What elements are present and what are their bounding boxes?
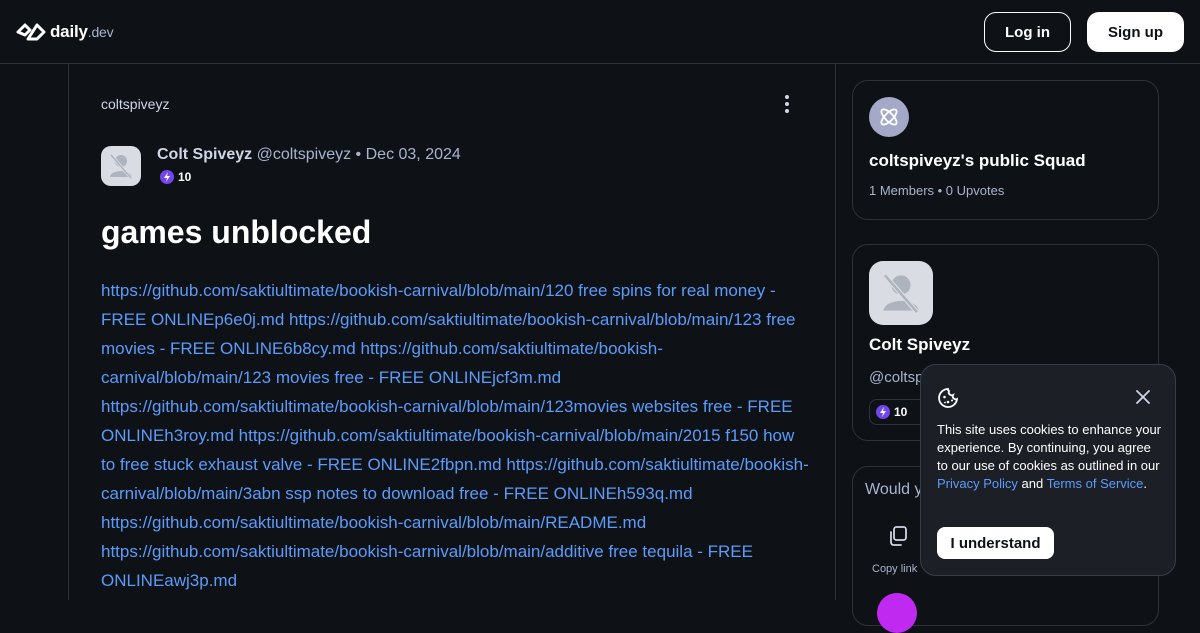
user-avatar[interactable] (869, 261, 933, 325)
post-body: https://github.com/saktiultimate/bookish… (101, 276, 811, 595)
post-container: coltspiveyz Colt Spiveyz @coltspiveyz • … (68, 64, 836, 600)
cookie-text: This site uses cookies to enhance your e… (937, 422, 1162, 491)
author-avatar[interactable] (101, 146, 141, 186)
accept-cookies-button[interactable]: I understand (937, 527, 1054, 559)
close-icon[interactable] (1135, 389, 1151, 405)
squad-card[interactable]: coltspiveyz's public Squad 1 Members • 0… (852, 80, 1159, 220)
post-link[interactable]: https://github.com/saktiultimate/bookish… (101, 513, 646, 532)
separator-dot: • (355, 146, 362, 163)
post-title: games unblocked (101, 214, 372, 250)
author-handle[interactable]: @coltspiveyz (257, 146, 352, 163)
squad-icon (869, 97, 909, 137)
user-name[interactable]: Colt Spiveyz (869, 335, 970, 355)
reputation-value: 10 (894, 405, 908, 419)
login-button[interactable]: Log in (984, 12, 1071, 52)
author-name[interactable]: Colt Spiveyz (157, 146, 252, 163)
more-options-button[interactable] (777, 92, 797, 116)
cookie-banner: This site uses cookies to enhance your e… (920, 364, 1176, 576)
reputation-icon (876, 405, 890, 419)
user-handle: @coltspiveyz (869, 369, 921, 386)
squad-stats: 1 Members • 0 Upvotes (869, 183, 1005, 198)
terms-of-service-link[interactable]: Terms of Service (1047, 476, 1144, 491)
no-avatar-icon (109, 154, 133, 179)
daily-dev-logo[interactable]: daily.dev (16, 20, 114, 44)
squad-name[interactable]: coltspiveyz's public Squad (869, 151, 1086, 171)
dot-icon (785, 95, 789, 99)
squad-handle[interactable]: coltspiveyz (101, 96, 169, 112)
share-title: Would you recommend this post? (865, 481, 921, 498)
daily-logo-icon (16, 23, 46, 41)
dot-icon (785, 102, 789, 106)
privacy-policy-link[interactable]: Privacy Policy (937, 476, 1018, 491)
cookie-icon (938, 388, 959, 408)
copy-link-button[interactable] (887, 525, 909, 547)
copy-icon (890, 526, 907, 546)
reputation-icon (160, 170, 174, 184)
author-line: Colt Spiveyz @coltspiveyz • Dec 03, 2024 (157, 146, 461, 164)
top-header: daily.dev Log in Sign up (0, 0, 1200, 64)
logo-text: daily.dev (50, 22, 114, 41)
dot-icon (785, 109, 789, 113)
author-reputation: 10 (160, 170, 191, 184)
post-link[interactable]: https://github.com/saktiultimate/bookish… (101, 542, 753, 590)
copy-link-label: Copy link (872, 563, 918, 575)
share-option-icon[interactable] (877, 593, 917, 633)
no-avatar-icon (883, 273, 919, 314)
post-date: Dec 03, 2024 (365, 146, 461, 163)
reputation-value: 10 (178, 170, 192, 184)
signup-button[interactable]: Sign up (1087, 12, 1184, 52)
atom-icon (880, 108, 898, 126)
